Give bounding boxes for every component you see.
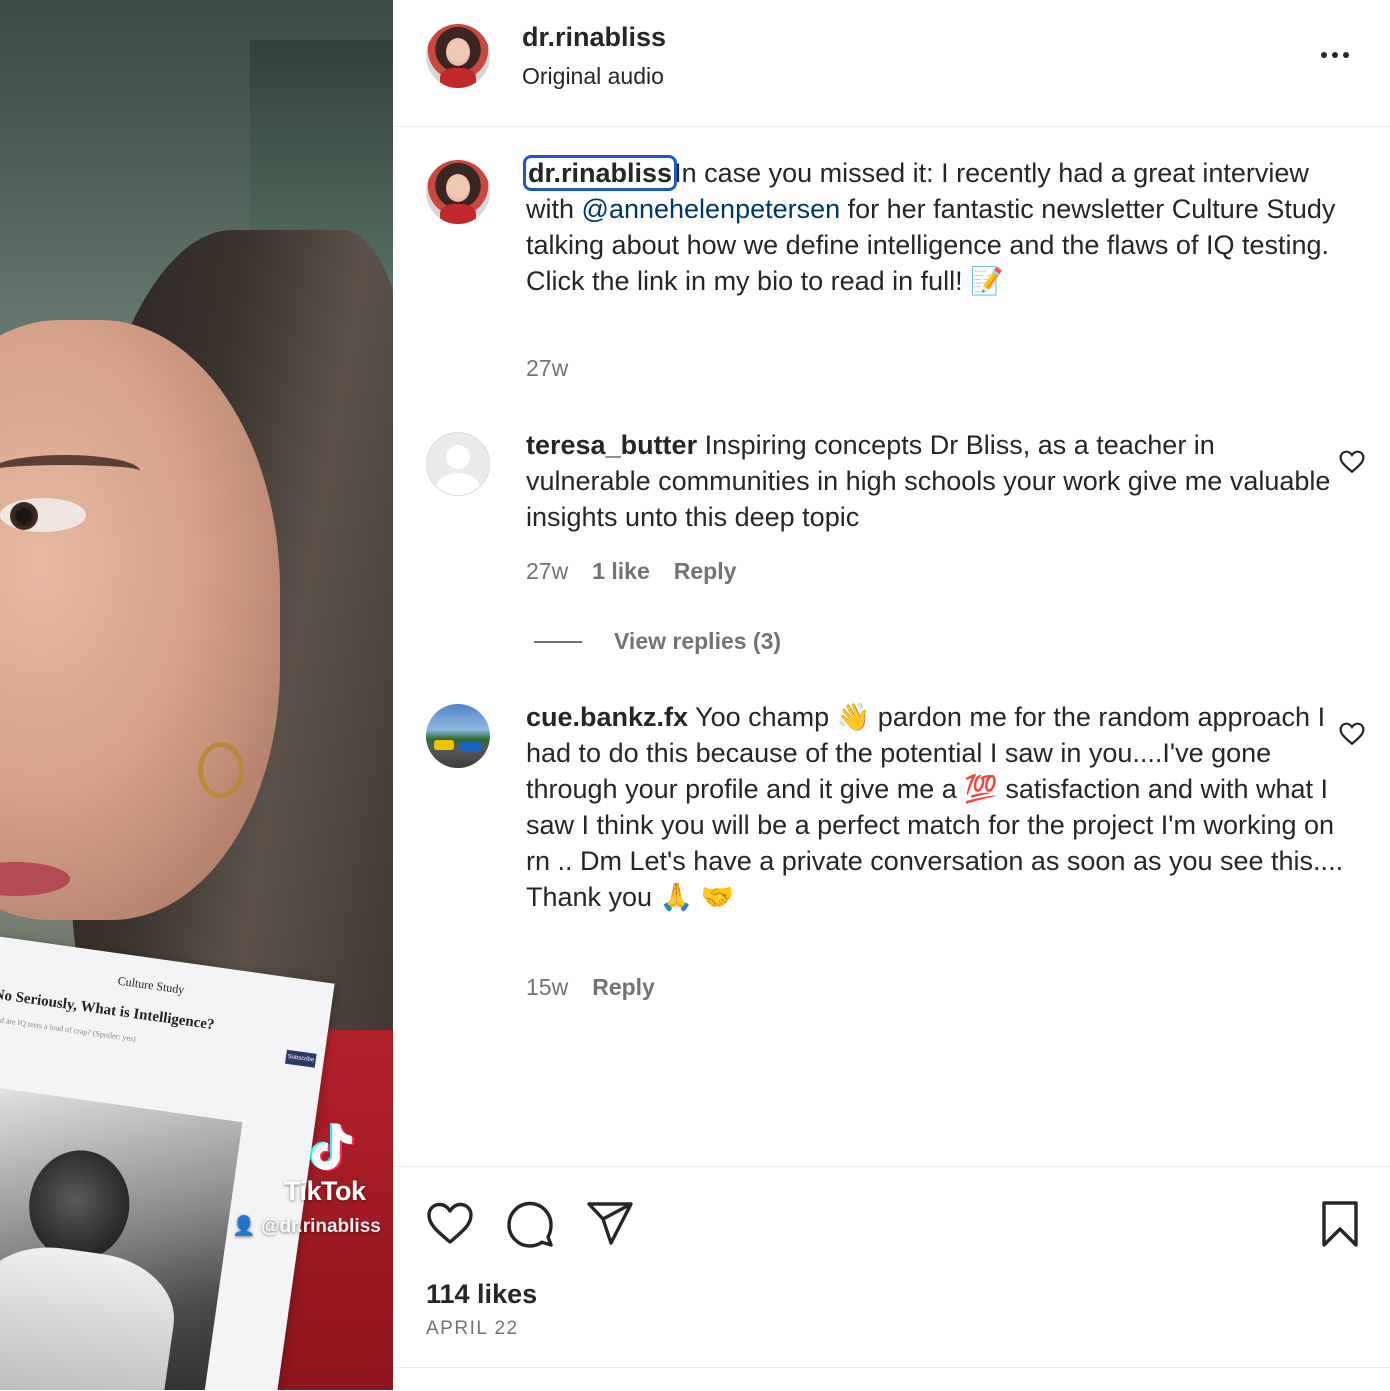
tiktok-username: 👤 @dr.rinabliss (232, 1214, 381, 1238)
replies-divider (534, 640, 582, 643)
comment-username[interactable]: teresa_butter (526, 430, 697, 460)
post-header: dr.rinabliss Original audio (393, 0, 1390, 127)
comment-like-count[interactable]: 1 like (592, 558, 650, 585)
comment-text: teresa_butter Inspiring concepts Dr Blis… (526, 427, 1346, 535)
commenter-avatar[interactable] (426, 704, 490, 768)
comment-age[interactable]: 27w (526, 558, 568, 585)
comment-text: cue.bankz.fx Yoo champ 👋 pardon me for t… (526, 699, 1346, 915)
tiktok-logo-icon (310, 1123, 354, 1171)
view-replies-label: View replies (3) (614, 628, 782, 654)
comment-icon[interactable] (505, 1199, 555, 1249)
article-photo (0, 1084, 243, 1390)
person-brow (0, 455, 140, 487)
comment-like-heart-icon[interactable] (1339, 722, 1365, 746)
article-brand: Culture Study (116, 973, 186, 997)
view-replies-button[interactable]: View replies (3) (534, 628, 781, 655)
like-count[interactable]: 114 likes (426, 1279, 537, 1310)
post-date: APRIL 22 (426, 1318, 519, 1339)
more-options-button[interactable] (1315, 40, 1355, 70)
article-headline: No Seriously, What is Intelligence? (0, 986, 216, 1034)
comment-meta: 27w 1 like Reply (526, 558, 736, 585)
comment-meta: 15w Reply (526, 974, 655, 1001)
caption-meta: 27w (526, 355, 568, 382)
post-details-panel: dr.rinabliss Original audio dr.rinabliss… (393, 0, 1390, 1390)
author-username[interactable]: dr.rinabliss (522, 22, 666, 53)
more-dot (1321, 52, 1327, 58)
earring (198, 742, 244, 798)
caption-username[interactable]: dr.rinabliss (522, 155, 678, 191)
person-eye (0, 498, 86, 532)
comment-like-heart-icon[interactable] (1339, 450, 1365, 474)
bookmark-icon[interactable] (1315, 1199, 1365, 1249)
reply-button[interactable]: Reply (674, 558, 737, 585)
article-card: Culture Study No Seriously, What is Inte… (0, 935, 335, 1390)
caption-mention[interactable]: @annehelenpetersen (582, 194, 841, 224)
divider (393, 1367, 1390, 1368)
article-subscribe: Subscribe (284, 1049, 317, 1068)
post-media[interactable]: Culture Study No Seriously, What is Inte… (0, 0, 393, 1390)
author-avatar[interactable] (426, 24, 490, 88)
caption-avatar[interactable] (426, 160, 490, 224)
comment-username[interactable]: cue.bankz.fx (526, 702, 688, 732)
comment-age[interactable]: 15w (526, 974, 568, 1001)
comment-body: Yoo champ 👋 pardon me for the random app… (526, 702, 1344, 912)
user-icon: 👤 (232, 1216, 261, 1237)
heart-icon[interactable] (425, 1199, 475, 1249)
more-dot (1332, 52, 1338, 58)
commenter-avatar[interactable] (426, 432, 490, 496)
caption-age[interactable]: 27w (526, 355, 568, 382)
audio-link[interactable]: Original audio (522, 63, 664, 90)
caption-text: dr.rinablissIn case you missed it: I rec… (522, 155, 1346, 299)
paper-plane-icon[interactable] (585, 1199, 635, 1249)
tiktok-watermark: TikTok (284, 1176, 366, 1206)
action-bar: 114 likes APRIL 22 (393, 1166, 1390, 1391)
tiktok-username-text: @dr.rinabliss (260, 1216, 381, 1237)
more-dot (1343, 52, 1349, 58)
reply-button[interactable]: Reply (592, 974, 655, 1001)
